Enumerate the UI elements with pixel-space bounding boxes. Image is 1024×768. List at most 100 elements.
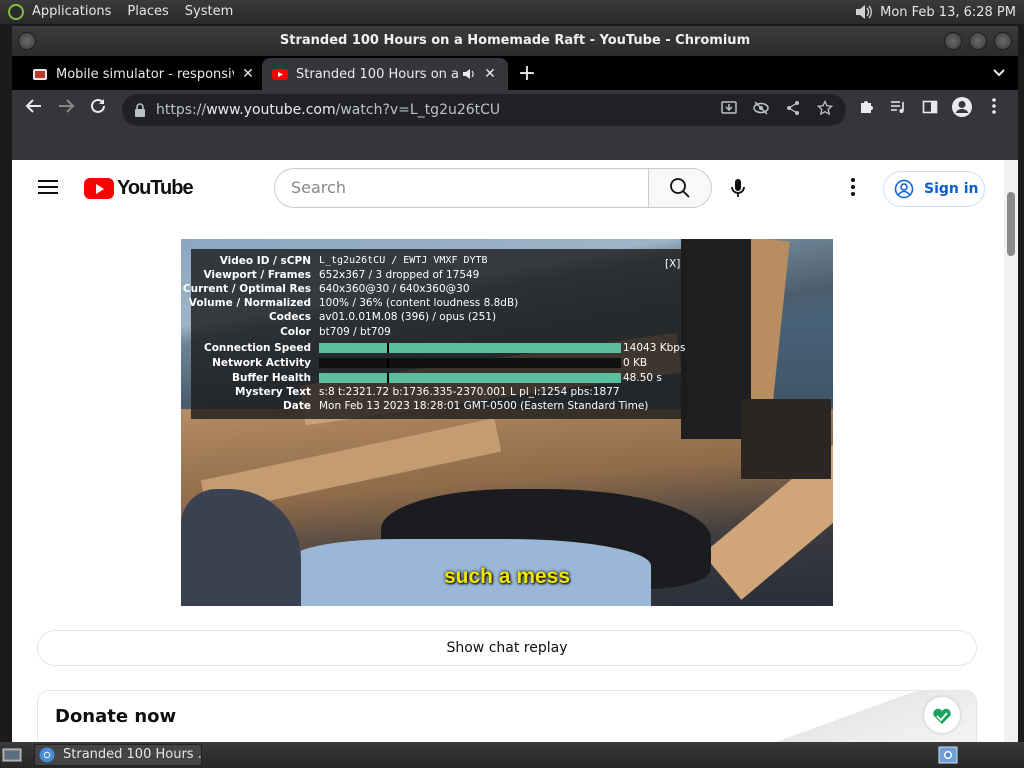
stats-label: Buffer Health <box>231 372 311 384</box>
stats-value: 652x367 / 3 dropped of 17549 <box>319 269 480 281</box>
forward-arrow-icon <box>59 99 75 113</box>
toolbar-spacer <box>12 130 1018 160</box>
video-player[interactable]: such a mess Video ID / sCPN L_tg2u26tCU … <box>181 239 833 606</box>
guide-menu-icon[interactable] <box>38 180 58 194</box>
stats-value: s:8 t:2321.72 b:1736.335-2370.001 L pl_i… <box>319 386 620 398</box>
stats-row-connection-speed: Connection Speed 14043 Kbps <box>191 341 687 355</box>
tab-title: Mobile simulator - responsive <box>56 66 234 82</box>
youtube-logo-text: YouTube <box>117 177 194 199</box>
install-app-icon[interactable] <box>718 100 740 120</box>
close-tab-icon[interactable]: ✕ <box>240 66 256 82</box>
distro-logo-icon[interactable] <box>8 4 24 20</box>
stats-row-network-activity: Network Activity 0 KB <box>191 356 687 370</box>
taskbar-chromium-window[interactable]: Stranded 100 Hours ... <box>34 744 202 766</box>
donate-heart-badge[interactable] <box>924 697 960 733</box>
tab-youtube-video[interactable]: Stranded 100 Hours on a H ✕ <box>262 58 508 90</box>
forward-button[interactable] <box>52 96 80 124</box>
window-titlebar[interactable]: Stranded 100 Hours on a Homemade Raft - … <box>12 26 1018 56</box>
youtube-page: YouTube Search Sign in such a mess Video… <box>12 160 1018 742</box>
window-title: Stranded 100 Hours on a Homemade Raft - … <box>279 33 751 48</box>
settings-kebab-icon[interactable] <box>850 178 856 198</box>
stats-label: Network Activity <box>212 357 311 369</box>
places-menu[interactable]: Places <box>119 0 176 24</box>
buffer-health-fill <box>319 373 621 383</box>
stats-row-buffer-health: Buffer Health 48.50 s <box>191 371 687 385</box>
applications-menu[interactable]: Applications <box>24 0 119 24</box>
lock-icon[interactable] <box>134 103 146 117</box>
url-prefix: https:// <box>156 102 207 118</box>
stats-label: Volume / Normalized <box>188 297 311 309</box>
browser-window: Stranded 100 Hours on a Homemade Raft - … <box>12 26 1018 742</box>
search-input[interactable]: Search <box>274 168 650 208</box>
playlist-music-icon <box>891 101 904 113</box>
search-button[interactable] <box>648 168 712 208</box>
scrollbar-thumb[interactable] <box>1007 192 1015 256</box>
volume-icon[interactable] <box>854 4 874 20</box>
reload-button[interactable] <box>84 96 112 124</box>
stats-label: Color <box>280 326 311 338</box>
donate-card: Donate now <box>37 690 977 742</box>
stats-row-codecs: Codecs av01.0.01M.08 (396) / opus (251) <box>191 310 687 324</box>
stats-label: Codecs <box>268 311 311 323</box>
close-window-button[interactable] <box>994 32 1012 50</box>
tab-mobile-simulator[interactable]: Mobile simulator - responsive ✕ <box>22 58 266 90</box>
close-tab-icon[interactable]: ✕ <box>482 66 498 82</box>
donate-title: Donate now <box>55 706 177 727</box>
workspace-switcher-icon[interactable] <box>938 746 958 764</box>
maximize-button[interactable] <box>969 32 987 50</box>
stats-label: Mystery Text <box>234 386 311 398</box>
profile-button[interactable] <box>948 96 976 124</box>
tab-search-chevron-icon[interactable] <box>992 60 1006 88</box>
stats-value[interactable]: L_tg2u26tCU / EWTJ VMXF DYTB <box>319 254 488 268</box>
address-bar[interactable]: https://www.youtube.com/watch?v=L_tg2u26… <box>122 94 846 126</box>
stats-row-video-id: Video ID / sCPN L_tg2u26tCU / EWTJ VMXF … <box>191 254 687 268</box>
side-panel-button[interactable] <box>916 96 944 124</box>
stats-row-mystery-text: Mystery Text s:8 t:2321.72 b:1736.335-23… <box>191 385 687 399</box>
stats-value: 640x360@30 / 640x360@30 <box>319 283 470 295</box>
youtube-logo[interactable]: YouTube <box>84 177 194 200</box>
show-desktop-icon[interactable] <box>2 746 22 764</box>
reload-icon <box>91 98 105 113</box>
tracking-eye-off-icon[interactable] <box>750 100 772 120</box>
minimize-button[interactable] <box>944 32 962 50</box>
taskbar-window-label: Stranded 100 Hours ... <box>63 747 202 762</box>
share-icon[interactable] <box>782 100 804 120</box>
stats-value: 100% / 36% (content loudness 8.8dB) <box>319 297 519 309</box>
stats-row-volume: Volume / Normalized 100% / 36% (content … <box>188 296 687 310</box>
new-tab-button[interactable]: + <box>512 59 542 89</box>
stats-for-nerds-panel: Video ID / sCPN L_tg2u26tCU / EWTJ VMXF … <box>183 249 687 419</box>
youtube-favicon-icon <box>272 69 288 80</box>
stats-label: Connection Speed <box>203 342 311 354</box>
stats-value: 48.50 s <box>623 372 662 384</box>
stats-close-button[interactable]: [X] <box>665 258 680 270</box>
network-activity-graph <box>319 358 621 368</box>
back-button[interactable] <box>20 96 48 124</box>
stats-row-color: Color bt709 / bt709 <box>191 325 687 339</box>
media-controls-button[interactable] <box>884 96 912 124</box>
window-menu-button[interactable] <box>18 32 36 50</box>
stats-row-date: Date Mon Feb 13 2023 18:28:01 GMT-0500 (… <box>191 399 687 413</box>
puzzle-icon <box>861 101 873 113</box>
heart-hands-icon <box>933 708 951 724</box>
connection-speed-graph <box>319 343 621 353</box>
page-scrollbar[interactable] <box>1004 160 1018 742</box>
kebab-menu-icon <box>992 98 996 114</box>
stats-row-viewport: Viewport / Frames 652x367 / 3 dropped of… <box>191 268 687 282</box>
url-path: /watch?v=L_tg2u26tCU <box>335 102 501 118</box>
stats-label: Video ID / sCPN <box>219 255 311 267</box>
chrome-menu-button[interactable] <box>980 96 1008 124</box>
search-icon <box>670 178 690 198</box>
extensions-button[interactable] <box>852 96 880 124</box>
tab-audio-playing-icon[interactable] <box>462 68 476 80</box>
side-panel-icon <box>922 100 938 114</box>
bookmark-star-icon[interactable] <box>814 99 836 120</box>
voice-search-mic-icon[interactable] <box>726 176 750 200</box>
system-menu[interactable]: System <box>177 0 241 24</box>
panel-clock[interactable]: Mon Feb 13, 6:28 PM <box>874 5 1024 20</box>
stats-value: av01.0.01M.08 (396) / opus (251) <box>319 311 497 323</box>
stats-label: Date <box>283 400 311 412</box>
sign-in-button[interactable]: Sign in <box>883 171 985 207</box>
profile-avatar-icon <box>952 97 972 117</box>
show-chat-replay-button[interactable]: Show chat replay <box>37 630 977 666</box>
stats-row-resolution: Current / Optimal Res 640x360@30 / 640x3… <box>183 282 687 296</box>
